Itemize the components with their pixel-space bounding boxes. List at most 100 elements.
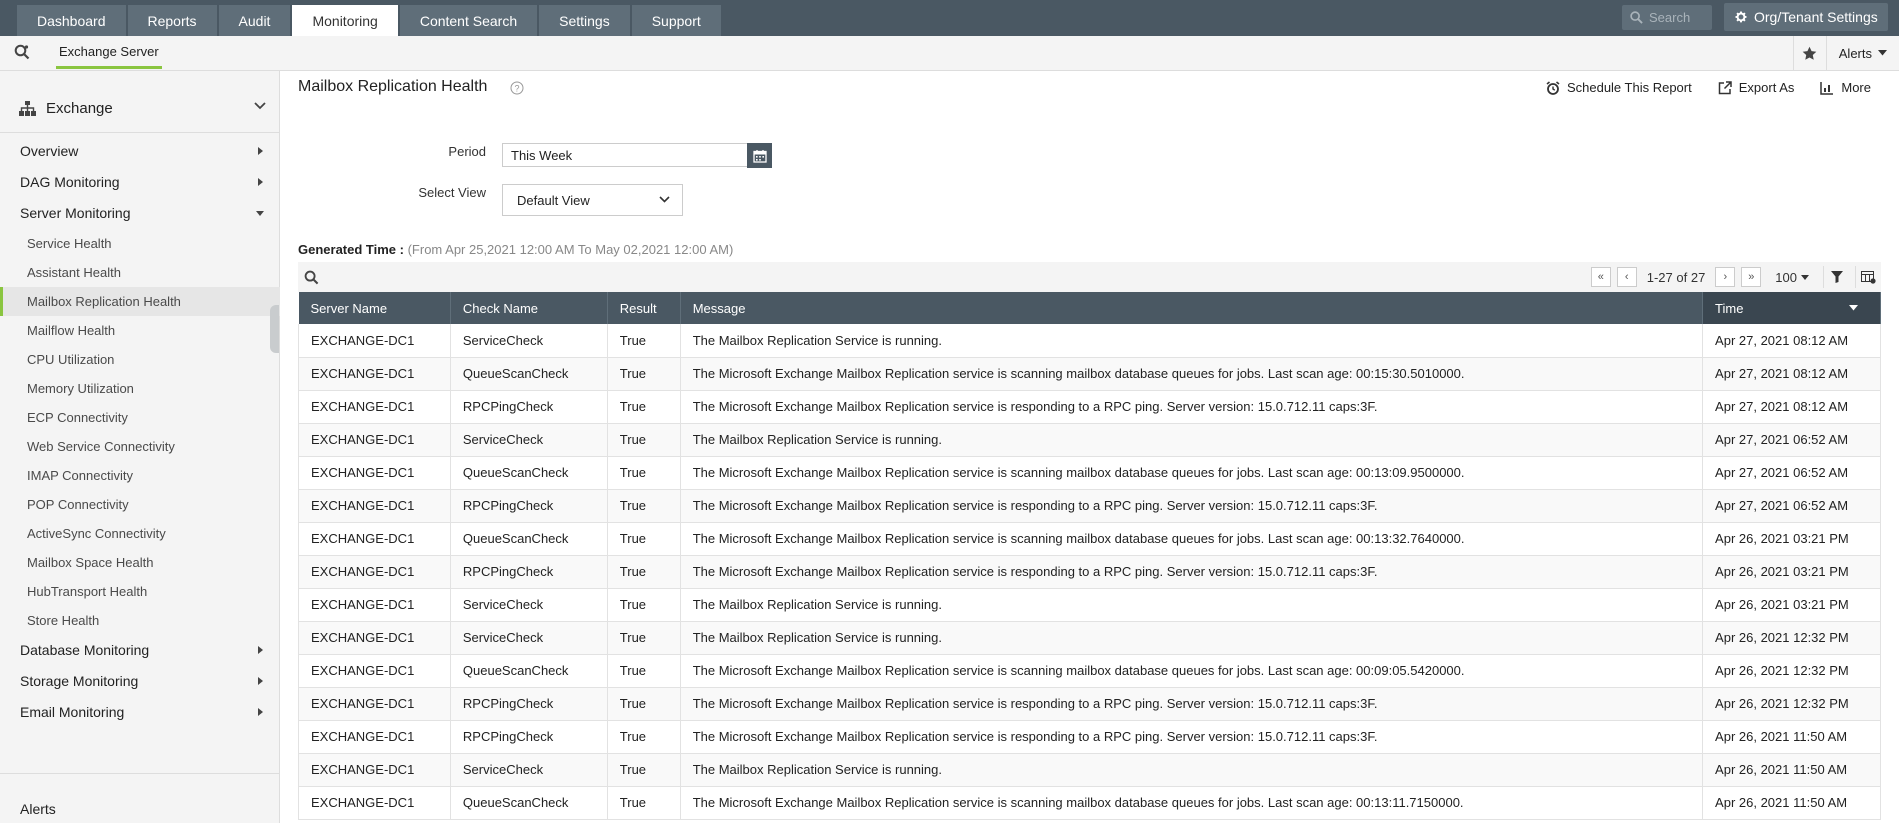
cell-check-name: QueueScanCheck [450,456,608,490]
first-page-button[interactable]: « [1590,267,1611,287]
table-row[interactable]: EXCHANGE-DC1 RPCPingCheck True The Microsof… [298,555,1881,589]
period-field[interactable]: This Week [502,143,748,167]
column-header-message[interactable]: Message [680,292,1704,324]
tab-exchange-server[interactable]: Exchange Server [56,36,162,69]
tab-content-search[interactable]: Content Search [399,5,538,36]
table-row[interactable]: EXCHANGE-DC1 ServiceCheck True The Mailbox … [298,588,1881,622]
tab-settings[interactable]: Settings [539,5,630,36]
table-row[interactable]: EXCHANGE-DC1 RPCPingCheck True The Microsof… [298,687,1881,721]
tab-audit[interactable]: Audit [218,5,291,36]
cell-result: True [607,522,681,556]
column-header-server-name[interactable]: Server Name [298,292,451,324]
sidebar-item-label: Email Monitoring [20,703,125,720]
next-page-button[interactable]: › [1715,267,1736,287]
tab-monitoring[interactable]: Monitoring [292,5,398,36]
column-chooser-button[interactable] [1855,266,1881,288]
sidebar-item-web-service-connectivity[interactable]: Web Service Connectivity [0,432,280,461]
help-icon[interactable]: ? [510,81,524,98]
favorite-button[interactable] [1792,36,1826,70]
export-as-label: Export As [1738,80,1795,95]
alarm-clock-icon [1546,80,1560,95]
view-select-value: Default View [517,192,590,208]
cell-check-name: RPCPingCheck [450,555,608,589]
sidebar-item-memory-utilization[interactable]: Memory Utilization [0,374,280,403]
cell-server-name: EXCHANGE-DC1 [298,324,451,358]
sidebar-collapse-handle[interactable] [270,305,279,353]
sidebar-item-pop-connectivity[interactable]: POP Connectivity [0,490,280,519]
table-row[interactable]: EXCHANGE-DC1 ServiceCheck True The Mailbox … [298,423,1881,457]
table-row[interactable]: EXCHANGE-DC1 RPCPingCheck True The Microsof… [298,390,1881,424]
table-search-button[interactable] [304,270,319,288]
sidebar-item-label: Server Monitoring [20,204,131,221]
last-page-button[interactable]: » [1741,267,1762,287]
sidebar-divider-bottom [0,773,280,774]
sidebar-item-overview[interactable]: Overview [0,136,280,165]
caret-right-icon [258,707,263,716]
sidebar-item-mailflow-health[interactable]: Mailflow Health [0,316,280,345]
cell-check-name: RPCPingCheck [450,720,608,754]
column-header-check-name[interactable]: Check Name [450,292,608,324]
alerts-label: Alerts [1838,45,1872,61]
cell-check-name: QueueScanCheck [450,357,608,391]
view-select[interactable]: Default View [502,184,683,216]
export-as-button[interactable]: Export As [1718,80,1795,95]
cell-result: True [607,423,681,457]
more-button[interactable]: More [1820,80,1871,95]
sidebar-item-storage-monitoring[interactable]: Storage Monitoring [0,666,280,695]
cell-result: True [607,555,681,589]
caret-right-icon [258,645,263,654]
tab-reports[interactable]: Reports [127,5,217,36]
chevron-down-icon [254,102,266,110]
alerts-dropdown[interactable]: Alerts [1825,36,1899,70]
table-row[interactable]: EXCHANGE-DC1 QueueScanCheck True The Micros… [298,786,1881,820]
table-row[interactable]: EXCHANGE-DC1 RPCPingCheck True The Microsof… [298,489,1881,523]
cell-server-name: EXCHANGE-DC1 [298,621,451,655]
table-row[interactable]: EXCHANGE-DC1 QueueScanCheck True The Micros… [298,456,1881,490]
filter-button[interactable] [1823,266,1849,288]
per-page-select[interactable]: 100 [1767,270,1817,285]
table-row[interactable]: EXCHANGE-DC1 ServiceCheck True The Mailbox … [298,324,1881,358]
cell-server-name: EXCHANGE-DC1 [298,588,451,622]
sidebar-item-database-monitoring[interactable]: Database Monitoring [0,635,280,664]
table-row[interactable]: EXCHANGE-DC1 ServiceCheck True The Mailbox … [298,621,1881,655]
sidebar-item-dag-monitoring[interactable]: DAG Monitoring [0,167,280,196]
table-row[interactable]: EXCHANGE-DC1 QueueScanCheck True The Micros… [298,357,1881,391]
cell-time: Apr 26, 2021 12:32 PM [1702,654,1881,688]
table-row[interactable]: EXCHANGE-DC1 QueueScanCheck True The Micros… [298,654,1881,688]
sidebar-item-store-health[interactable]: Store Health [0,606,280,635]
table-row[interactable]: EXCHANGE-DC1 QueueScanCheck True The Micros… [298,522,1881,556]
table-row[interactable]: EXCHANGE-DC1 ServiceCheck True The Mailbox … [298,753,1881,787]
sidebar-item-email-monitoring[interactable]: Email Monitoring [0,697,280,726]
quick-search-button[interactable] [14,44,30,63]
sidebar-item-service-health[interactable]: Service Health [0,229,280,258]
column-header-time[interactable]: Time [1702,292,1881,324]
tab-dashboard[interactable]: Dashboard [17,5,126,36]
cell-server-name: EXCHANGE-DC1 [298,357,451,391]
sidebar-item-mailbox-replication-health[interactable]: Mailbox Replication Health [0,287,280,316]
sidebar-header-exchange[interactable]: Exchange [0,86,280,131]
sidebar-item-imap-connectivity[interactable]: IMAP Connectivity [0,461,280,490]
cell-check-name: QueueScanCheck [450,786,608,820]
cell-message: The Microsoft Exchange Mailbox Replicati… [680,654,1704,688]
org-tenant-settings-button[interactable]: Org/Tenant Settings [1724,3,1888,31]
sidebar-alerts-link[interactable]: Alerts [20,801,56,817]
cell-server-name: EXCHANGE-DC1 [298,390,451,424]
sidebar-item-hubtransport-health[interactable]: HubTransport Health [0,577,280,606]
sidebar-item-assistant-health[interactable]: Assistant Health [0,258,280,287]
column-header-result[interactable]: Result [607,292,681,324]
schedule-report-button[interactable]: Schedule This Report [1546,80,1692,95]
calendar-button[interactable] [747,143,772,168]
prev-page-button[interactable]: ‹ [1616,267,1637,287]
tab-support[interactable]: Support [631,5,721,36]
sidebar-item-mailbox-space-health[interactable]: Mailbox Space Health [0,548,280,577]
table-row[interactable]: EXCHANGE-DC1 RPCPingCheck True The Microsof… [298,720,1881,754]
export-icon [1718,80,1732,94]
sort-desc-icon [1849,305,1858,311]
sidebar-item-activesync-connectivity[interactable]: ActiveSync Connectivity [0,519,280,548]
cell-message: The Microsoft Exchange Mailbox Replicati… [680,720,1704,754]
global-search[interactable]: Search [1622,5,1712,30]
sidebar-item-server-monitoring[interactable]: Server Monitoring [0,198,280,227]
sidebar-item-cpu-utilization[interactable]: CPU Utilization [0,345,280,374]
sidebar-item-ecp-connectivity[interactable]: ECP Connectivity [0,403,280,432]
star-icon [1802,46,1817,60]
